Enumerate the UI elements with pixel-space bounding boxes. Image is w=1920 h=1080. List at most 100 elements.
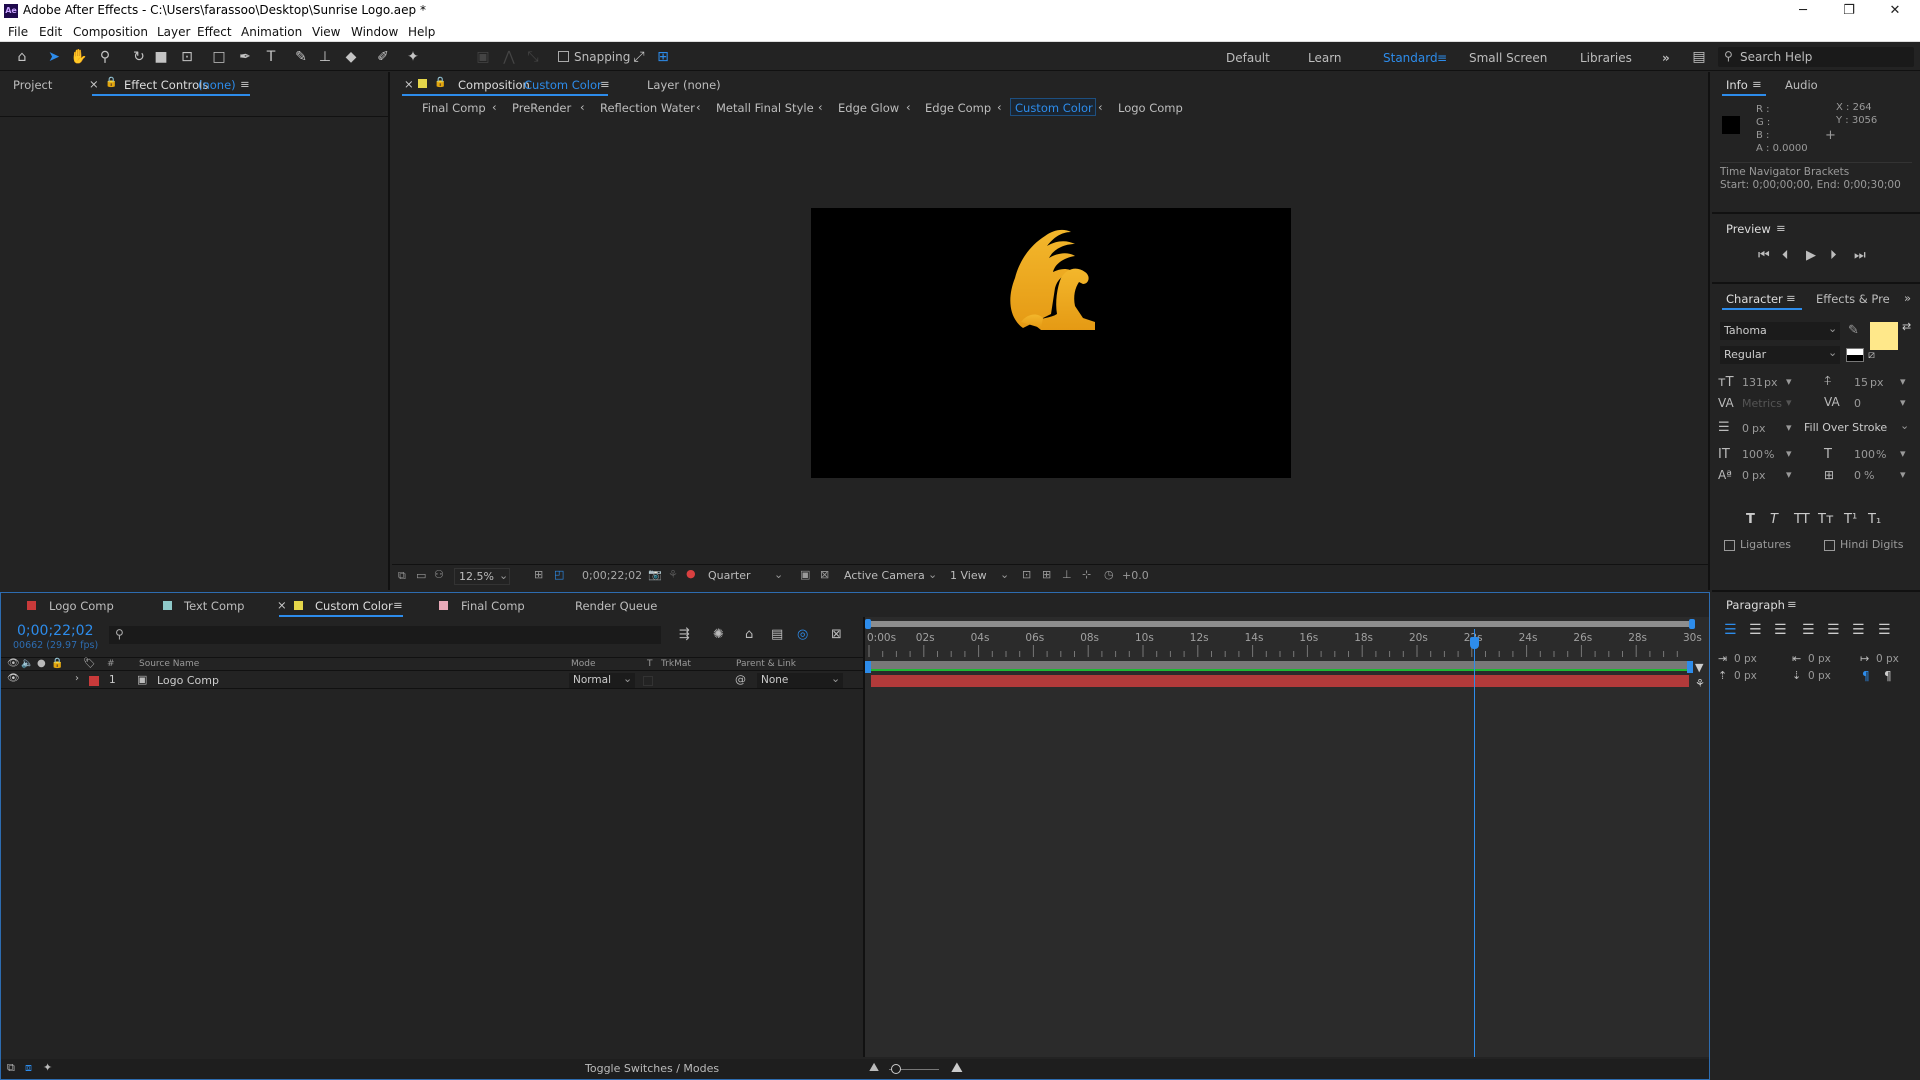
color-channels-icon[interactable]: ● <box>686 567 696 580</box>
search-help-input[interactable]: Search Help <box>1740 50 1812 64</box>
tab-composition[interactable]: Composition <box>458 78 530 92</box>
flow-edge-glow[interactable]: Edge Glow <box>838 101 899 115</box>
zoom-out-icon[interactable]: ⛰ <box>869 1060 879 1075</box>
subscript-button[interactable]: T₁ <box>1868 512 1881 527</box>
vertical-scale-value[interactable]: 100 <box>1742 448 1763 461</box>
swap-colors-icon[interactable]: ⇄ <box>1902 320 1911 333</box>
home-icon[interactable]: ⌂ <box>13 48 31 66</box>
exposure-value[interactable]: +0.0 <box>1122 569 1149 582</box>
indent-left-value[interactable]: 0 <box>1734 653 1741 665</box>
monitor-icon[interactable]: ▭ <box>416 569 426 582</box>
tsume-value[interactable]: 0 <box>1854 469 1861 482</box>
snap-grid-icon[interactable]: ⊞ <box>654 48 672 66</box>
timeline-link-icon[interactable]: ⊥ <box>1062 568 1072 581</box>
roto-brush-tool-icon[interactable]: ✐ <box>374 48 392 66</box>
type-tool-icon[interactable]: T <box>262 48 280 66</box>
chevron-down-icon[interactable]: ▾ <box>1900 375 1906 388</box>
solo-switch-icon[interactable]: ● <box>37 658 46 669</box>
toggle-switches-modes-button[interactable]: Toggle Switches / Modes <box>585 1062 719 1075</box>
lock-icon[interactable]: 🔒 <box>105 77 117 88</box>
justify-left-icon[interactable]: ☰ <box>1802 622 1815 638</box>
info-menu-icon[interactable]: ≡ <box>1752 77 1762 91</box>
space-after-value[interactable]: 0 <box>1808 670 1815 682</box>
audio-switch-icon[interactable]: 🔈 <box>21 658 33 669</box>
layer-switches-icon[interactable]: ⧉ <box>7 1061 15 1075</box>
stroke-mode-dropdown[interactable]: Fill Over Stroke ⌄ <box>1804 418 1912 436</box>
menu-window[interactable]: Window <box>351 25 398 39</box>
frame-blending-icon[interactable]: ▤ <box>771 627 783 642</box>
chevron-down-icon[interactable]: ▾ <box>1786 396 1792 409</box>
chevron-down-icon[interactable]: ▾ <box>1900 468 1906 481</box>
resolution-dropdown[interactable]: Quarter ⌄ <box>706 568 786 585</box>
tab-character[interactable]: Character <box>1726 292 1783 306</box>
preserve-transparency-checkbox[interactable] <box>643 676 653 686</box>
reset-exposure-icon[interactable]: ◷ <box>1104 568 1114 581</box>
rotate-tool-icon[interactable]: ↻ <box>130 48 148 66</box>
workspace-menu-icon[interactable]: ≡ <box>1437 51 1447 65</box>
indent-first-value[interactable]: 0 <box>1876 653 1883 665</box>
comp-lock-icon[interactable]: 🔒 <box>434 77 446 88</box>
chevron-down-icon[interactable]: ▾ <box>1786 375 1792 388</box>
close-timeline-tab-icon[interactable]: × <box>277 598 287 612</box>
pan-behind-tool-icon[interactable]: ⊡ <box>178 48 196 66</box>
column-source-name[interactable]: Source Name <box>139 659 199 669</box>
comp-marker-bin-icon[interactable]: ▼ <box>1695 661 1703 674</box>
close-button[interactable]: ✕ <box>1872 0 1918 22</box>
last-frame-icon[interactable]: ⏭ <box>1854 248 1866 263</box>
comp-panel-menu-icon[interactable]: ≡ <box>600 77 610 91</box>
camera-dropdown[interactable]: Active Camera ⌄ <box>842 568 938 585</box>
workspace-small-screen[interactable]: Small Screen <box>1469 51 1547 65</box>
nav-start-handle[interactable] <box>865 619 871 629</box>
timeline-tab-final-comp[interactable]: Final Comp <box>461 599 525 613</box>
tab-layer[interactable]: Layer <box>647 78 679 92</box>
font-size-value[interactable]: 131 <box>1742 376 1763 389</box>
timeline-tab-logo-comp[interactable]: Logo Comp <box>49 599 114 613</box>
in-out-stretch-icon[interactable]: ✦ <box>43 1061 52 1074</box>
menu-animation[interactable]: Animation <box>241 25 302 39</box>
tab-effect-controls[interactable]: Effect Controls <box>124 78 208 92</box>
comp-canvas[interactable] <box>811 208 1291 478</box>
all-caps-button[interactable]: TT <box>1794 512 1810 527</box>
paragraph-menu-icon[interactable]: ≡ <box>1787 597 1797 611</box>
comp-mini-flowchart-icon[interactable]: ⇶ <box>679 627 690 642</box>
camera-tool-icon[interactable]: ■ <box>152 48 170 66</box>
tab-audio[interactable]: Audio <box>1785 78 1818 92</box>
selection-tool-icon[interactable]: ➤ <box>45 48 63 66</box>
workspace-libraries[interactable]: Libraries <box>1580 51 1632 65</box>
pen-tool-icon[interactable]: ✒ <box>236 48 254 66</box>
comp-button-icon[interactable]: ⚘ <box>1695 677 1705 690</box>
expand-chevron-icon[interactable]: › <box>75 673 79 684</box>
layer-search-input[interactable]: ⚲ <box>109 626 661 644</box>
horizontal-scale-value[interactable]: 100 <box>1854 448 1875 461</box>
parent-dropdown[interactable]: None ⌄ <box>757 672 843 688</box>
black-white-swatch[interactable] <box>1846 348 1864 362</box>
workspace-more[interactable]: » <box>1662 51 1670 65</box>
transparency-grid-icon[interactable]: ⊠ <box>820 568 829 581</box>
layer-duration-bar[interactable] <box>871 675 1689 687</box>
timeline-tab-render-queue[interactable]: Render Queue <box>575 599 657 613</box>
shy-layers-icon[interactable]: ⌂ <box>745 627 753 642</box>
motion-blur-icon[interactable]: ◎ <box>797 627 808 642</box>
more-panels-icon[interactable]: » <box>1904 291 1911 305</box>
region-of-interest-icon[interactable]: ◰ <box>554 568 564 581</box>
character-menu-icon[interactable]: ≡ <box>1786 291 1796 305</box>
flow-prerender[interactable]: PreRender <box>512 101 571 115</box>
tab-info[interactable]: Info <box>1726 78 1748 92</box>
zoom-in-icon[interactable]: ⛰ <box>951 1060 963 1076</box>
fast-previews-icon[interactable]: ▣ <box>800 568 810 581</box>
panel-layout-icon[interactable]: ▤ <box>1690 48 1708 66</box>
superscript-button[interactable]: T¹ <box>1844 512 1857 527</box>
viewer-timecode[interactable]: 0;00;22;02 <box>582 569 642 582</box>
flow-logo-comp[interactable]: Logo Comp <box>1118 101 1183 115</box>
workspace-learn[interactable]: Learn <box>1308 51 1342 65</box>
clone-stamp-tool-icon[interactable]: ⊥ <box>316 48 334 66</box>
stroke-width-value[interactable]: 0 <box>1742 422 1749 435</box>
brush-tool-icon[interactable]: ✎ <box>292 48 310 66</box>
justify-center-icon[interactable]: ☰ <box>1827 622 1840 638</box>
timeline-tab-custom-color[interactable]: Custom Color <box>315 599 393 613</box>
time-graph[interactable]: 0:00s02s04s06s08s10s12s14s16s18s20s22s24… <box>865 617 1709 1057</box>
leading-value[interactable]: 15 <box>1854 376 1868 389</box>
snapshot-camera-icon[interactable]: 📷 <box>648 568 662 581</box>
flow-edge-comp[interactable]: Edge Comp <box>925 101 991 115</box>
hindi-digits-checkbox[interactable] <box>1824 540 1835 551</box>
